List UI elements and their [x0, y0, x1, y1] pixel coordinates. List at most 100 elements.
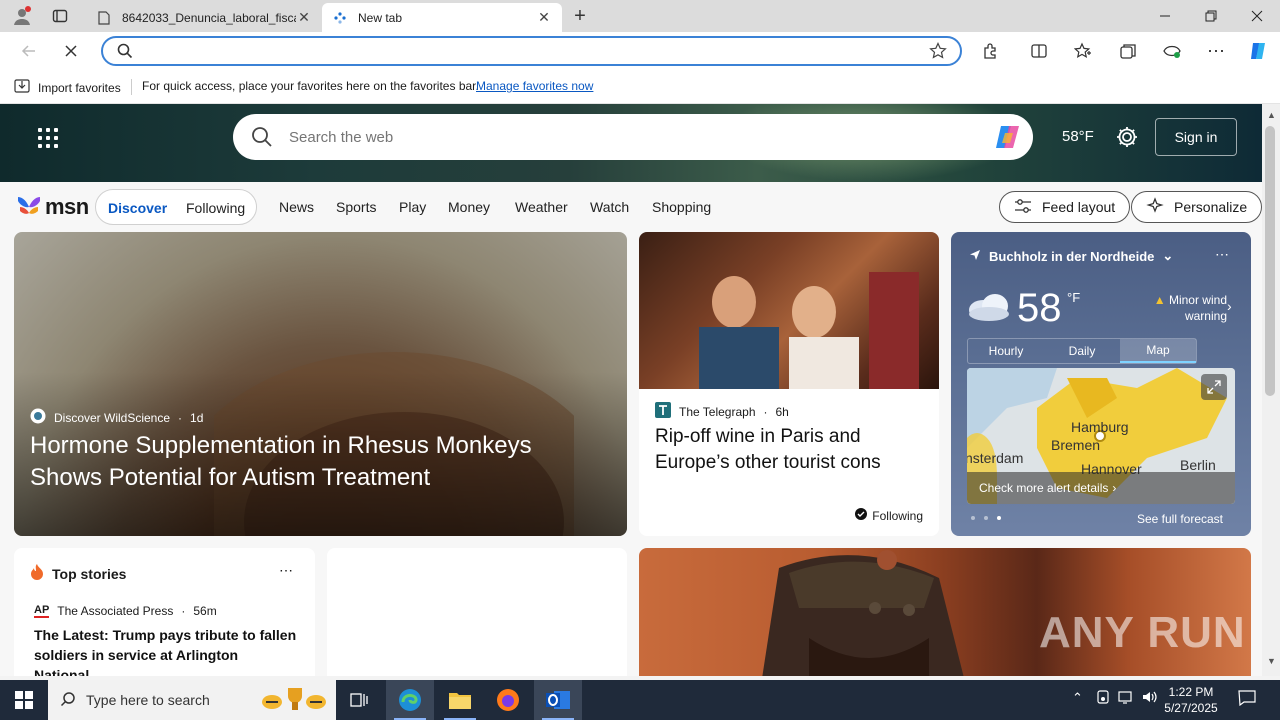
weather-card[interactable]: Buchholz in der Nordheide ⌄ ⋯ 58 °F ▲ Mi…	[951, 232, 1251, 536]
tab-map[interactable]: Map	[1120, 339, 1196, 363]
more-options-icon[interactable]: ⋯	[279, 562, 293, 579]
story-title[interactable]: Rip-off wine in Paris and Europe’s other…	[655, 424, 925, 476]
scrollbar-thumb[interactable]	[1265, 126, 1275, 396]
tab-following[interactable]: Following	[186, 200, 245, 216]
telegraph-logo-icon	[655, 402, 671, 421]
more-options-icon[interactable]: ⋯	[1215, 246, 1229, 263]
nav-play[interactable]: Play	[399, 199, 426, 215]
close-tab-icon[interactable]: ✕	[296, 9, 312, 26]
app-launcher-icon[interactable]	[38, 128, 58, 148]
device-icon[interactable]	[1096, 690, 1110, 707]
clock-time: 1:22 PM	[1168, 685, 1214, 699]
nav-shopping[interactable]: Shopping	[652, 199, 711, 215]
address-bar[interactable]	[101, 36, 962, 66]
restore-button[interactable]	[1188, 0, 1234, 32]
favorite-star-icon[interactable]	[929, 42, 947, 63]
file-explorer-icon[interactable]	[436, 680, 484, 720]
minimize-button[interactable]	[1142, 0, 1188, 32]
nav-sports[interactable]: Sports	[336, 199, 376, 215]
story-title[interactable]: Hormone Supplementation in Rhesus Monkey…	[30, 430, 590, 494]
sign-in-button[interactable]: Sign in	[1155, 118, 1237, 156]
weather-warning[interactable]: ▲ Minor wind warning	[1137, 292, 1227, 324]
map-label-hamburg: Hamburg	[1071, 419, 1129, 435]
network-icon[interactable]	[1118, 690, 1134, 707]
msn-logo[interactable]: msn	[16, 194, 89, 220]
dot-separator: ·	[178, 410, 183, 425]
tab-label: 8642033_Denuncia_laboral_fiscal_	[122, 10, 296, 25]
chevron-up-icon[interactable]: ⌃	[1072, 690, 1083, 706]
back-button[interactable]	[14, 36, 44, 66]
collections-icon[interactable]	[1113, 36, 1143, 66]
close-window-button[interactable]	[1234, 0, 1280, 32]
taskbar-clock[interactable]: 1:22 PM 5/27/2025	[1160, 684, 1222, 716]
web-search-box[interactable]	[233, 114, 1033, 160]
nav-watch[interactable]: Watch	[590, 199, 629, 215]
see-full-forecast-link[interactable]: See full forecast	[1137, 512, 1223, 526]
top-stories-card: Top stories ⋯ AP The Associated Press · …	[14, 548, 315, 676]
tab-hourly[interactable]: Hourly	[968, 339, 1044, 363]
page-scrollbar[interactable]: ▲ ▼	[1262, 104, 1280, 676]
copilot-icon[interactable]	[993, 123, 1023, 151]
new-tab-button[interactable]: +	[566, 3, 594, 29]
import-favorites-button[interactable]: Import favorites	[14, 79, 121, 96]
browser-essentials-icon[interactable]	[1157, 36, 1187, 66]
warning-icon: ▲	[1153, 293, 1166, 307]
nav-weather[interactable]: Weather	[515, 199, 568, 215]
weather-location[interactable]: Buchholz in der Nordheide ⌄	[969, 248, 1173, 264]
notifications-icon[interactable]	[1238, 690, 1256, 709]
carousel-dots[interactable]	[971, 516, 1001, 520]
copilot-icon[interactable]	[1243, 36, 1273, 66]
tab-actions-icon[interactable]	[46, 3, 74, 29]
header-temperature[interactable]: 58°F	[1062, 128, 1094, 145]
alert-details-link[interactable]: Check more alert details ›	[967, 472, 1235, 504]
settings-more-icon[interactable]: ⋯	[1201, 36, 1231, 66]
tab-daily[interactable]: Daily	[1044, 339, 1120, 363]
chevron-right-icon[interactable]: ›	[1227, 298, 1232, 314]
sparkle-icon	[1146, 196, 1164, 218]
edge-taskbar-icon[interactable]	[386, 680, 434, 720]
weather-map[interactable]: Hamburg Bremen Berlin nsterdam Hannover …	[967, 368, 1235, 504]
main-story-card[interactable]: Discover WildScience · 1d Hormone Supple…	[14, 232, 627, 536]
firefox-icon[interactable]	[484, 680, 532, 720]
outlook-icon[interactable]	[534, 680, 582, 720]
scroll-up-icon[interactable]: ▲	[1267, 110, 1276, 120]
tab-new-tab[interactable]: New tab ✕	[322, 3, 562, 32]
windows-start-button[interactable]	[0, 680, 48, 720]
ap-logo-icon: AP	[34, 604, 50, 618]
taskbar-search-box[interactable]: Type here to search	[48, 680, 336, 720]
task-view-icon[interactable]	[336, 680, 384, 720]
flame-icon	[30, 564, 44, 583]
personalize-label: Personalize	[1174, 199, 1248, 215]
nav-money[interactable]: Money	[448, 199, 490, 215]
volume-icon[interactable]	[1142, 690, 1158, 707]
favorites-icon[interactable]	[1068, 36, 1098, 66]
story-source: Discover WildScience · 1d	[30, 408, 203, 427]
story-card[interactable]: The Telegraph · 6h Rip-off wine in Paris…	[639, 232, 939, 536]
split-screen-icon[interactable]	[1024, 36, 1054, 66]
personalize-button[interactable]: Personalize	[1131, 191, 1262, 223]
tab-discover[interactable]: Discover	[108, 200, 167, 216]
photo-story-card[interactable]: ANY RUN	[639, 548, 1251, 676]
nav-news[interactable]: News	[279, 199, 314, 215]
feed-layout-button[interactable]: Feed layout	[999, 191, 1131, 223]
manage-favorites-link[interactable]: Manage favorites now	[476, 79, 593, 93]
story-source: The Telegraph · 6h	[655, 402, 789, 421]
anyrun-watermark: ANY RUN	[1039, 608, 1246, 657]
scroll-down-icon[interactable]: ▼	[1267, 656, 1276, 666]
extensions-icon[interactable]	[976, 36, 1006, 66]
stop-loading-button[interactable]	[56, 36, 86, 66]
divider	[131, 79, 132, 95]
close-tab-icon[interactable]: ✕	[536, 9, 552, 26]
expand-map-icon[interactable]	[1201, 374, 1227, 400]
document-icon	[96, 10, 112, 26]
story-title[interactable]: The Latest: Trump pays tribute to fallen…	[34, 625, 302, 676]
web-search-input[interactable]	[289, 127, 969, 147]
gear-icon[interactable]	[1114, 124, 1140, 150]
profile-icon[interactable]	[8, 3, 36, 29]
weather-unit: °F	[1067, 290, 1081, 305]
address-input[interactable]	[139, 42, 919, 60]
location-name: Buchholz in der Nordheide	[989, 248, 1155, 264]
following-badge[interactable]: Following	[855, 508, 923, 523]
tab-document[interactable]: 8642033_Denuncia_laboral_fiscal_ ✕	[86, 3, 322, 32]
warning-text: Minor wind warning	[1168, 293, 1227, 323]
